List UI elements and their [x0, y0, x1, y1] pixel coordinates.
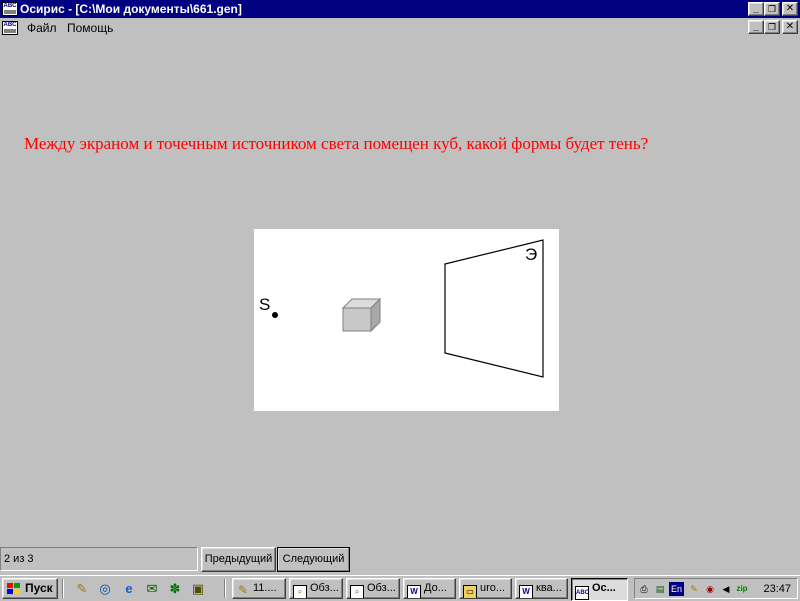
doc-restore-button[interactable]: ❐	[764, 20, 780, 34]
close-button[interactable]: ✕	[782, 2, 798, 16]
minimize-button[interactable]: _	[748, 2, 764, 16]
system-tray: ⎙ ▤ En ✎ ◉ ◀ zip 23:47	[634, 578, 798, 599]
figure-panel: S Э	[254, 229, 559, 411]
abc-app-icon: ABC	[575, 586, 589, 600]
ie-icon[interactable]: e	[121, 581, 137, 597]
magnifier-icon: ⌕	[350, 585, 364, 598]
pencil-icon: ✎	[237, 583, 249, 597]
task-button[interactable]: ⌕ Обз...	[346, 578, 400, 599]
antivirus-icon[interactable]: ◉	[703, 582, 717, 596]
doc-minimize-button[interactable]: _	[748, 20, 764, 34]
light-source-dot	[272, 312, 278, 318]
next-button[interactable]: Следующий	[277, 547, 350, 572]
menu-help[interactable]: Помощь	[67, 21, 113, 35]
desktop-icon[interactable]: ▣	[190, 581, 206, 597]
window-titlebar[interactable]: ABC Осирис - [C:\Мои документы\661.gen] …	[0, 0, 800, 18]
task-button[interactable]: ✎ 11....	[232, 578, 286, 599]
restore-button[interactable]: ❐	[764, 2, 780, 16]
cube-shape	[341, 297, 382, 333]
pen-icon[interactable]: ✎	[687, 582, 701, 596]
taskbar-separator	[224, 579, 226, 598]
monitor-icon[interactable]: ▤	[653, 582, 667, 596]
screen-label: Э	[525, 245, 537, 264]
word-icon: W	[407, 585, 421, 598]
start-label: Пуск	[25, 581, 53, 595]
task-button-active[interactable]: ABC Ос...	[571, 578, 628, 601]
window-title: Осирис - [C:\Мои документы\661.gen]	[20, 2, 242, 16]
taskbar: Пуск ✎ ◎ e ✉ ✽ ▣ ✎ 11.... ⌕ Обз... ⌕ Обз...…	[0, 575, 800, 601]
windows-flag-icon	[7, 583, 21, 595]
task-button[interactable]: Wква...	[515, 578, 568, 599]
menu-file[interactable]: Файл	[27, 21, 57, 35]
question-text: Между экраном и точечным источником свет…	[24, 134, 649, 153]
globe-icon[interactable]: ◎	[97, 581, 113, 597]
printer-icon[interactable]: ⎙	[637, 582, 651, 596]
outlook-icon[interactable]: ✉	[144, 581, 160, 597]
language-indicator[interactable]: En	[669, 582, 684, 596]
figure-svg: S Э	[259, 239, 544, 378]
speaker-icon[interactable]: ◀	[719, 582, 733, 596]
pencil-icon[interactable]: ✎	[74, 581, 90, 597]
taskbar-separator	[62, 579, 64, 598]
task-button[interactable]: ⌕ Обз...	[289, 578, 343, 599]
document-icon[interactable]: ABC	[2, 21, 18, 35]
word-icon: W	[519, 585, 533, 598]
prev-button[interactable]: Предыдущий	[201, 547, 276, 572]
source-label: S	[259, 295, 270, 314]
magnifier-icon: ⌕	[293, 585, 307, 598]
page-indicator: 2 из 3	[0, 547, 198, 571]
status-bar: 2 из 3 Предыдущий Следующий	[0, 545, 800, 575]
doc-close-button[interactable]: ✕	[782, 20, 798, 34]
clock[interactable]: 23:47	[763, 582, 791, 596]
app-icon-text: ABC	[3, 3, 17, 9]
network-icon[interactable]: ✽	[167, 581, 183, 597]
folder-icon: ▭	[463, 585, 477, 598]
app-icon[interactable]: ABC	[2, 2, 18, 16]
menu-bar: ABC Файл Помощь _ ❐ ✕	[0, 18, 800, 38]
start-button[interactable]: Пуск	[2, 578, 58, 599]
task-button[interactable]: ▭ uro...	[459, 578, 512, 599]
task-button[interactable]: W До...	[403, 578, 456, 599]
zip-icon[interactable]: zip	[735, 582, 749, 596]
